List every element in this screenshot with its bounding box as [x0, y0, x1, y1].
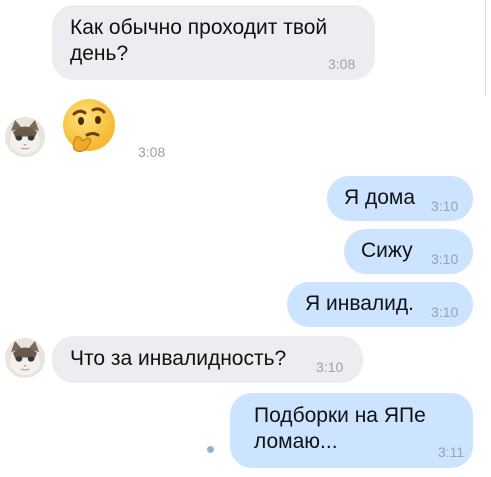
cat-avatar-image — [5, 117, 45, 157]
message-text: Подборки на ЯПе ломаю... — [254, 404, 426, 453]
message-text: Я инвалид. — [305, 292, 414, 315]
message-time: 3:10 — [431, 304, 459, 320]
message-bubble-outgoing[interactable]: Подборки на ЯПе ломаю... 3:11 — [230, 393, 473, 468]
edge-divider — [485, 0, 486, 96]
message-text: Как обычно проходит твой день? — [70, 16, 328, 65]
message-bubble-incoming[interactable]: Что за инвалидность? 3:10 — [52, 336, 363, 383]
message-bubble-incoming[interactable]: Как обычно проходит твой день? 3:08 — [52, 5, 375, 80]
message-bubble-outgoing[interactable]: Я инвалид. 3:10 — [287, 282, 473, 327]
message-time: 3:10 — [316, 359, 344, 375]
message-time: 3:11 — [438, 444, 465, 460]
message-text: Я дома — [344, 186, 416, 209]
message-time: 3:10 — [431, 251, 459, 267]
message-time: 3:08 — [138, 144, 166, 160]
cat-avatar-image — [5, 338, 45, 378]
thinking-face-icon — [60, 97, 118, 160]
avatar[interactable] — [5, 338, 45, 378]
message-text: Что за инвалидность? — [70, 347, 287, 370]
message-time: 3:08 — [328, 56, 356, 72]
avatar[interactable] — [5, 117, 45, 157]
message-text: Сижу — [361, 239, 413, 262]
unread-indicator-icon — [207, 446, 214, 453]
message-time: 3:10 — [431, 198, 459, 214]
message-bubble-outgoing[interactable]: Сижу 3:10 — [344, 229, 473, 274]
message-bubble-outgoing[interactable]: Я дома 3:10 — [327, 176, 473, 221]
